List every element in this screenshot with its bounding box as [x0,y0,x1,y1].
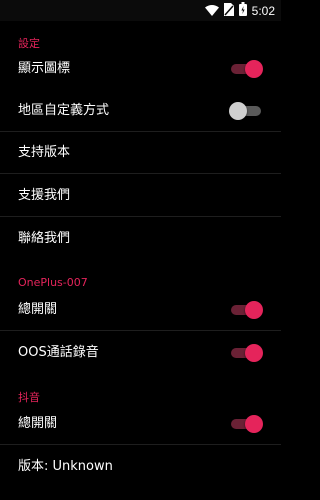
row-show-icon[interactable]: 顯示圖標 [0,48,281,90]
section-header-oneplus: OnePlus-007 [18,276,88,289]
toggle-oos-call-recording[interactable] [231,344,263,362]
battery-icon [238,1,247,20]
row-oneplus-master-switch[interactable]: 總開關 [0,289,281,331]
wifi-icon [204,1,219,20]
no-sim-icon [223,1,234,20]
row-oos-call-recording[interactable]: OOS通話錄音 [0,332,281,374]
toggle-oneplus-master[interactable] [231,301,263,319]
divider [0,173,281,174]
row-version[interactable]: 版本: Unknown [0,446,281,488]
toggle-thumb [245,301,263,319]
toggle-thumb [245,415,263,433]
settings-list: 設定 顯示圖標 地區自定義方式 支持版本 支援我們 聯絡我們 OnePlus-0… [0,21,281,500]
toggle-douyin-master[interactable] [231,415,263,433]
status-icons: 5:02 [204,1,275,20]
divider [0,216,281,217]
row-region-custom[interactable]: 地區自定義方式 [0,90,281,132]
divider [0,330,281,331]
row-label: 總開關 [18,416,58,431]
row-label: 聯絡我們 [18,231,71,246]
row-label: OOS通話錄音 [18,345,99,360]
toggle-thumb [245,344,263,362]
status-bar: 5:02 [0,0,281,21]
row-label: 顯示圖標 [18,61,71,76]
row-douyin-master-switch[interactable]: 總開關 [0,403,281,445]
toggle-thumb [229,102,247,120]
row-contact-us[interactable]: 聯絡我們 [0,218,281,260]
row-label: 支持版本 [18,145,71,160]
row-support-us[interactable]: 支援我們 [0,175,281,217]
toggle-region-custom[interactable] [229,102,261,120]
status-time: 5:02 [251,3,275,18]
version-label: 版本: Unknown [18,459,113,474]
toggle-show-icon[interactable] [231,60,263,78]
row-label: 地區自定義方式 [18,103,110,118]
row-supported-versions[interactable]: 支持版本 [0,132,281,174]
row-label: 總開關 [18,302,58,317]
row-label: 支援我們 [18,188,71,203]
divider [0,444,281,445]
toggle-thumb [245,60,263,78]
